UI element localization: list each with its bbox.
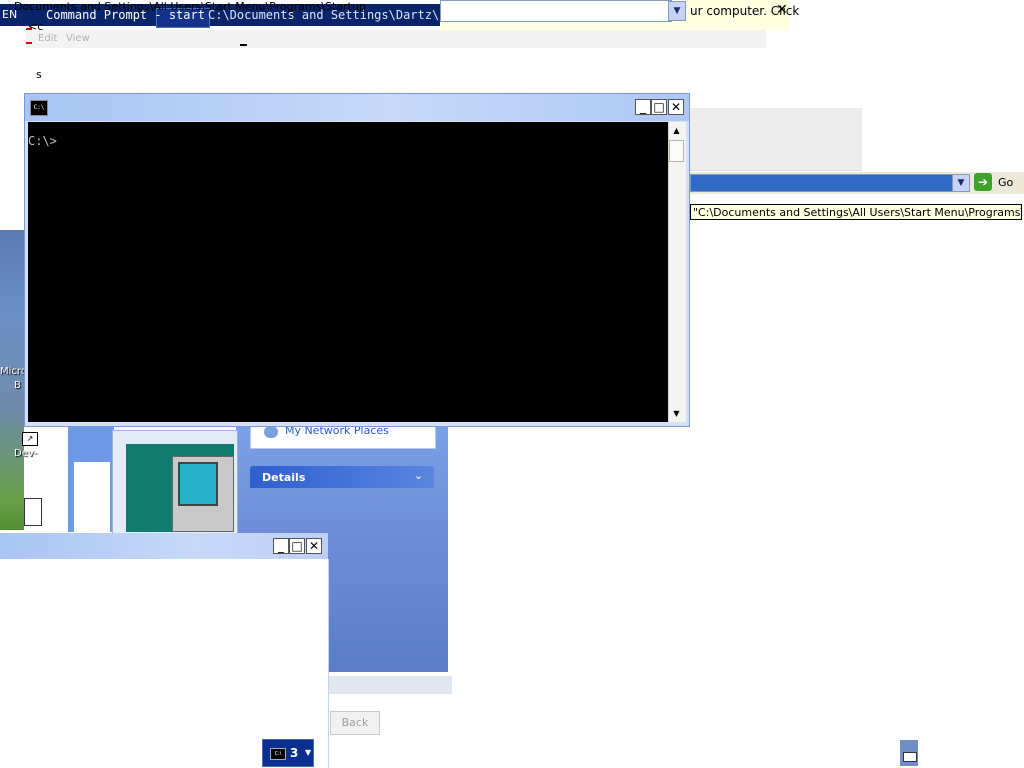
chevron-down-icon[interactable]: ▼ [668, 1, 686, 21]
minimize-button[interactable]: _ [273, 538, 289, 554]
shortcut-icon[interactable]: ↗ [22, 432, 38, 446]
document-icon[interactable] [24, 498, 42, 526]
chevron-down-icon[interactable]: ▼ [952, 174, 970, 192]
monitor-icon [178, 462, 218, 506]
scroll-down-icon[interactable]: ▼ [669, 406, 684, 421]
status-strip [328, 676, 452, 694]
explorer-toolbar-fragment [690, 108, 862, 171]
menu-view[interactable]: View [66, 33, 90, 44]
second-window-body [0, 559, 329, 768]
console-area[interactable] [28, 122, 668, 422]
address-input[interactable] [690, 174, 954, 192]
close-button[interactable]: ✕ [306, 538, 322, 554]
caret-down-icon: ▼ [305, 748, 312, 757]
scroll-up-icon[interactable]: ▲ [669, 123, 684, 138]
go-button[interactable]: Go [998, 176, 1013, 189]
command-prompt-titlebar[interactable] [25, 94, 689, 121]
chevron-down-icon[interactable]: ⌄ [414, 469, 423, 482]
network-icon [264, 426, 278, 438]
keyboard-icon [903, 752, 917, 762]
maximize-button[interactable]: □ [651, 99, 667, 115]
stray-text: s [36, 68, 42, 81]
stray-text: <c [28, 20, 44, 33]
path-tooltip: "C:\Documents and Settings\All Users\Sta… [690, 204, 1022, 220]
folder-pane-content [74, 462, 110, 532]
vertical-scrollbar[interactable] [668, 122, 686, 422]
taskbar-group-count: 3 [290, 746, 299, 760]
scroll-thumb[interactable] [669, 140, 684, 162]
menu-bar [26, 30, 766, 48]
close-icon[interactable]: ✕ [776, 2, 788, 18]
desktop-icon-label[interactable]: Micro [0, 366, 27, 377]
cmd-icon: C:\ [270, 748, 286, 760]
close-button[interactable]: ✕ [668, 99, 684, 115]
maximize-button[interactable]: □ [289, 538, 305, 554]
details-label: Details [262, 471, 306, 484]
red-mark [26, 42, 32, 44]
divider [240, 44, 247, 46]
startup-path-title: Documents and Settings\All Users\Start M… [14, 0, 366, 13]
desktop-icon-label[interactable]: B [14, 380, 21, 391]
red-mark [26, 28, 32, 30]
minimize-button[interactable]: _ [635, 99, 651, 115]
go-arrow-icon[interactable]: ➔ [974, 173, 992, 191]
notification-combo[interactable] [440, 0, 672, 22]
menu-edit[interactable]: Edit [38, 33, 57, 44]
console-prompt: C:\> [28, 134, 57, 148]
desktop-icon-label[interactable]: Dev- [14, 448, 37, 459]
back-button[interactable]: Back [330, 711, 380, 735]
cmd-icon[interactable]: C:\ [30, 100, 48, 116]
